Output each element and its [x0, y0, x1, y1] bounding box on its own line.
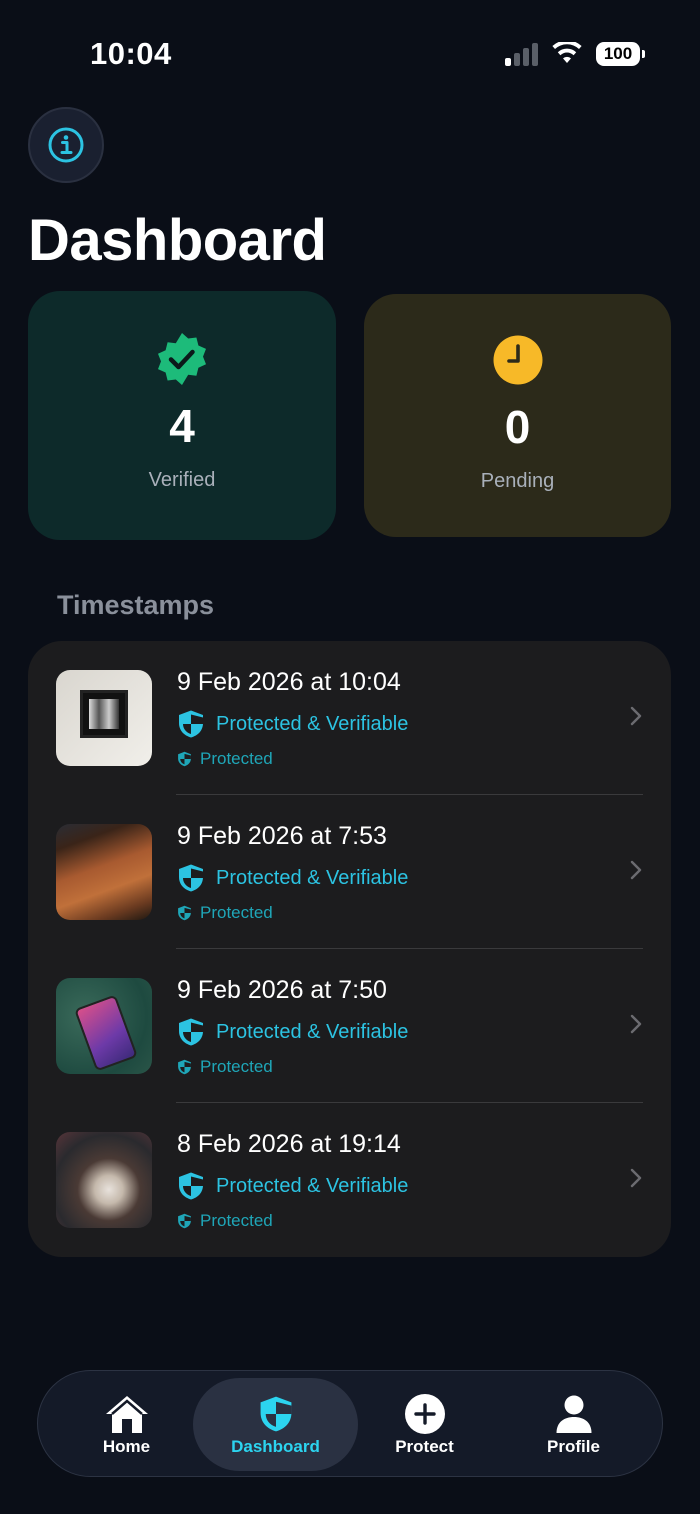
person-icon [556, 1395, 591, 1433]
timestamp-row[interactable]: 9 Feb 2026 at 7:53 Protected & Verifiabl… [28, 795, 671, 949]
timestamps-section-title: Timestamps [57, 590, 215, 620]
protected-badge-text: Protected [200, 749, 273, 768]
small-shield-icon [178, 1059, 191, 1075]
protected-badge-text: Protected [200, 1057, 273, 1076]
status-time: 10:04 [90, 36, 172, 71]
shield-icon [179, 710, 203, 738]
info-button[interactable] [28, 107, 104, 183]
tab-home[interactable]: Home [44, 1378, 209, 1471]
pending-label: Pending [480, 470, 555, 492]
chevron-right-icon [630, 1014, 642, 1034]
timestamp-date: 8 Feb 2026 at 19:14 [177, 1130, 401, 1158]
protected-badge-text: Protected [200, 1211, 273, 1230]
timestamp-row[interactable]: 9 Feb 2026 at 10:04 Protected & Verifiab… [28, 641, 671, 795]
verified-stat-card[interactable]: 4 Verified [28, 291, 336, 540]
info-icon [48, 127, 84, 163]
screen: 10:04 100 Dashboard 4 Verified 0 Pending… [0, 0, 700, 1514]
protected-badge: Protected [177, 749, 273, 769]
chevron-right-icon [630, 1168, 642, 1188]
protection-status: Protected & Verifiable [177, 709, 408, 739]
small-shield-icon [178, 751, 191, 767]
cellular-signal-icon [505, 42, 538, 66]
battery-indicator: 100 [596, 42, 645, 66]
timestamp-date: 9 Feb 2026 at 7:53 [177, 822, 387, 850]
timestamp-date: 9 Feb 2026 at 7:50 [177, 976, 387, 1004]
add-circle-icon [404, 1394, 445, 1434]
verified-label: Verified [148, 469, 216, 491]
timestamps-list: 9 Feb 2026 at 10:04 Protected & Verifiab… [28, 641, 671, 1257]
tab-home-label: Home [102, 1437, 151, 1456]
timestamp-date: 9 Feb 2026 at 10:04 [177, 668, 401, 696]
shield-icon [260, 1396, 291, 1432]
protected-badge: Protected [177, 1057, 273, 1077]
timestamp-row[interactable]: 9 Feb 2026 at 7:50 Protected & Verifiabl… [28, 949, 671, 1103]
wifi-icon [552, 42, 582, 63]
tab-dashboard[interactable]: Dashboard [193, 1378, 358, 1471]
page-title: Dashboard [28, 208, 327, 273]
protection-status-text: Protected & Verifiable [216, 866, 409, 889]
home-icon [105, 1396, 148, 1433]
protection-status-text: Protected & Verifiable [216, 1020, 409, 1043]
shield-icon [179, 1172, 203, 1200]
tab-dashboard-label: Dashboard [231, 1437, 320, 1456]
chevron-right-icon [630, 860, 642, 880]
status-icons: 100 [505, 42, 645, 66]
protection-status: Protected & Verifiable [177, 863, 408, 893]
clock-icon [493, 335, 542, 385]
tab-profile[interactable]: Profile [491, 1378, 656, 1471]
pending-count: 0 [504, 401, 531, 453]
bottom-tab-bar: Home Dashboard Protect Profile [37, 1370, 663, 1477]
tab-protect[interactable]: Protect [342, 1378, 507, 1471]
timestamp-row[interactable]: 8 Feb 2026 at 19:14 Protected & Verifiab… [28, 1103, 671, 1257]
photo-thumbnail [56, 1132, 152, 1228]
chevron-right-icon [630, 706, 642, 726]
verified-badge-icon [158, 333, 206, 385]
photo-thumbnail [56, 824, 152, 920]
shield-icon [179, 1018, 203, 1046]
protection-status: Protected & Verifiable [177, 1017, 408, 1047]
photo-thumbnail [56, 670, 152, 766]
protected-badge-text: Protected [200, 903, 273, 922]
small-shield-icon [178, 905, 191, 921]
protected-badge: Protected [177, 1211, 273, 1231]
shield-icon [179, 864, 203, 892]
small-shield-icon [178, 1213, 191, 1229]
protection-status: Protected & Verifiable [177, 1171, 408, 1201]
protection-status-text: Protected & Verifiable [216, 1174, 409, 1197]
protection-status-text: Protected & Verifiable [216, 712, 409, 735]
tab-protect-label: Protect [395, 1437, 454, 1456]
photo-thumbnail [56, 978, 152, 1074]
tab-profile-label: Profile [547, 1437, 600, 1456]
verified-count: 4 [169, 400, 195, 452]
protected-badge: Protected [177, 903, 273, 923]
pending-stat-card[interactable]: 0 Pending [364, 294, 671, 537]
battery-level: 100 [603, 44, 633, 63]
